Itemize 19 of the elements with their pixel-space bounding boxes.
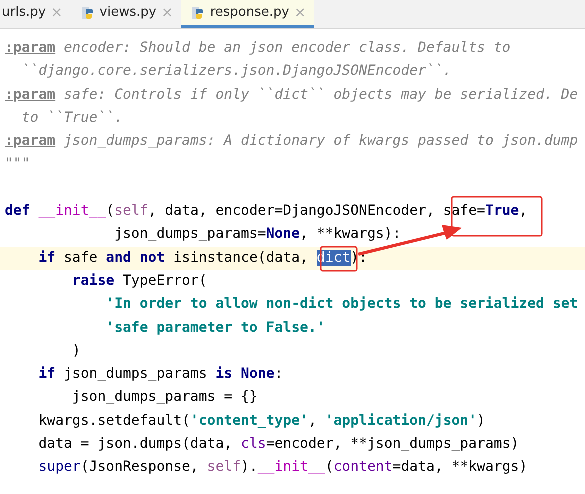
editor-tab[interactable]: response.py ×	[181, 0, 314, 28]
code-line: raise TypeError(	[71, 272, 208, 291]
code-line: to ``True``.	[20, 108, 124, 128]
code-line: )	[71, 342, 81, 361]
code-line: :param encoder: Should be an json encoder class. Defaults to	[5, 39, 511, 58]
code-line: :param safe: Controls if only ``dict`` objects may be serialized. De	[5, 86, 578, 105]
code-line: super(JsonResponse, self).__init__(content=data, **kwargs)	[38, 458, 528, 478]
code-line: json_dumps_params = {}	[71, 388, 258, 408]
editor-tab[interactable]: views.py ×	[70, 0, 182, 28]
code-line: json_dumps_params=None, **kwargs):	[114, 225, 402, 244]
code-line: """	[5, 155, 30, 174]
code-line: ``django.core.serializers.json.DjangoJSONEncoder``.	[20, 62, 452, 82]
editor-tab[interactable]: urls.py ×	[0, 0, 71, 28]
code-line: data = json.dumps(data, cls=encoder, **json_dumps_params)	[38, 435, 520, 454]
code-line: if json_dumps_params is None:	[38, 365, 284, 384]
code-line: 'safe parameter to False.'	[105, 318, 326, 338]
code-line: kwargs.setdefault('content_type', 'application/json')	[38, 412, 486, 431]
code-line: :param json_dumps_params: A dictionary of kwargs passed to json.dump	[5, 132, 578, 152]
code-line: 'In order to allow non-dict objects to be serialized set	[105, 295, 578, 314]
